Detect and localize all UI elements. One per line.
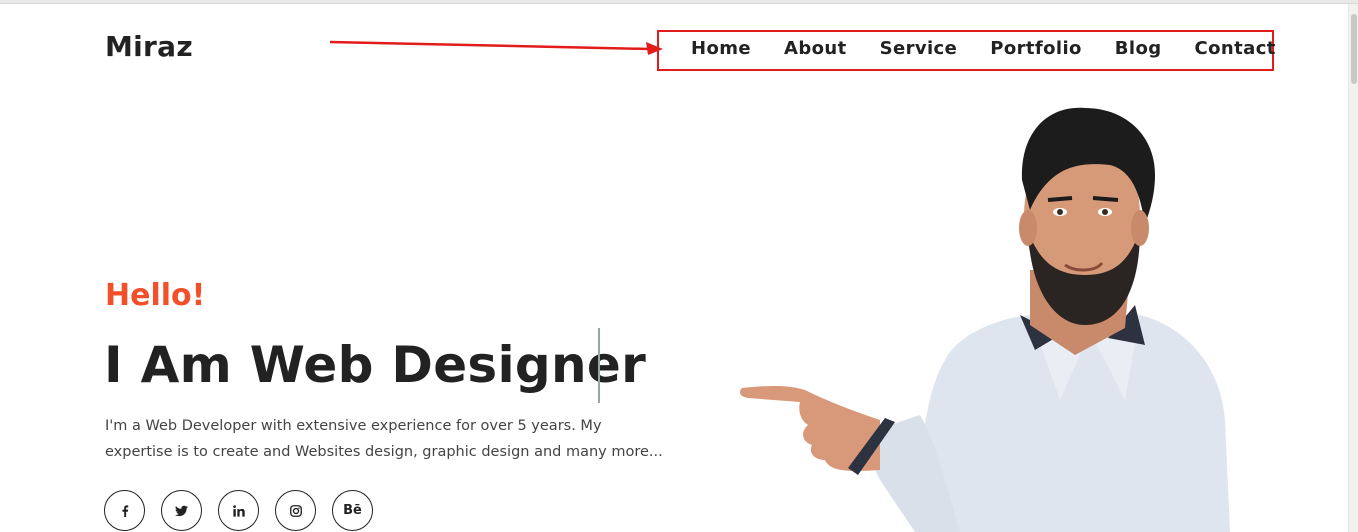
- behance-icon[interactable]: Bē: [332, 490, 373, 531]
- site-logo[interactable]: Miraz: [105, 30, 193, 63]
- annotation-arrow: [330, 40, 663, 55]
- hero-headline: I Am Web Designer: [104, 336, 647, 394]
- scrollbar-thumb[interactable]: [1351, 14, 1357, 84]
- twitter-icon[interactable]: [161, 490, 202, 531]
- instagram-icon[interactable]: [275, 490, 316, 531]
- nav-item-portfolio[interactable]: Portfolio: [990, 36, 1082, 62]
- hero-person-image: [740, 107, 1230, 532]
- scrollbar[interactable]: [1348, 4, 1358, 532]
- hero-greeting: Hello!: [105, 278, 206, 313]
- linkedin-icon[interactable]: [218, 490, 259, 531]
- main-nav: Home About Service Portfolio Blog Contac…: [691, 36, 1276, 62]
- nav-item-about[interactable]: About: [784, 36, 847, 62]
- social-links: Bē: [104, 490, 389, 531]
- facebook-icon[interactable]: [104, 490, 145, 531]
- typing-cursor: [598, 328, 600, 403]
- hero-description: I'm a Web Developer with extensive exper…: [105, 418, 663, 460]
- window-top-border: [0, 0, 1358, 4]
- nav-item-blog[interactable]: Blog: [1115, 36, 1162, 62]
- nav-item-contact[interactable]: Contact: [1195, 36, 1276, 62]
- nav-item-home[interactable]: Home: [691, 36, 751, 62]
- nav-item-service[interactable]: Service: [880, 36, 958, 62]
